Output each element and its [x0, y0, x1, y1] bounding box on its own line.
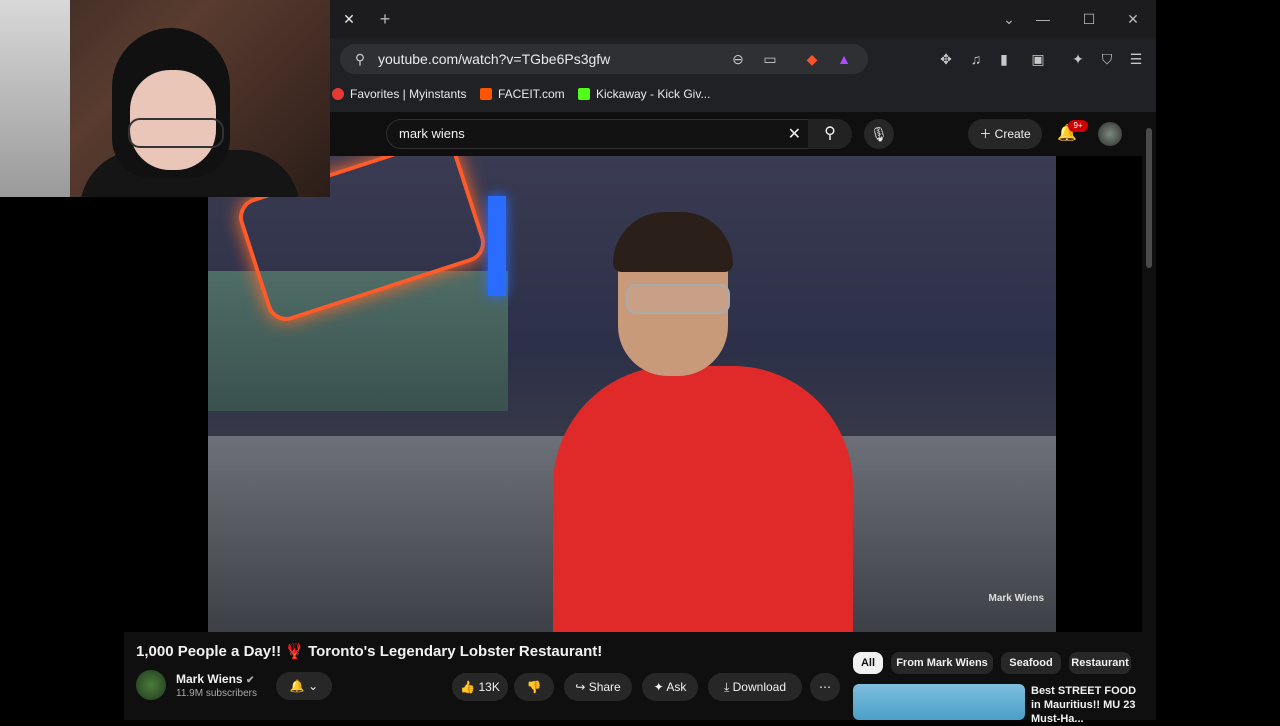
- microphone-icon: 🎙: [870, 126, 888, 142]
- close-window-button[interactable]: ✕: [1120, 8, 1146, 30]
- address-bar[interactable]: ⚲ youtube.com/watch?v=TGbe6Ps3gfw ⊖ ▭ ◆ …: [340, 44, 868, 74]
- new-tab-button[interactable]: +: [374, 8, 396, 30]
- channel-name[interactable]: Mark Wiens: [176, 672, 243, 686]
- share-label: Share: [588, 680, 621, 694]
- download-button[interactable]: ⤓ Download: [708, 673, 802, 701]
- wallet-icon[interactable]: ▣: [1026, 44, 1050, 74]
- webcam-shelf: [0, 0, 70, 197]
- video-host-shirt: [553, 366, 853, 632]
- webcam-overlay: [0, 0, 330, 197]
- page-scrollbar[interactable]: [1142, 112, 1156, 720]
- sparkle-icon: ✦: [653, 680, 664, 694]
- download-label: Download: [732, 680, 787, 694]
- bookmark-label: Kickaway - Kick Giv...: [596, 87, 711, 101]
- media-icon[interactable]: ♫: [964, 44, 988, 74]
- webcam-person-glasses: [128, 118, 224, 148]
- youtube-header: mark wiens ✕ ⚲ 🎙 ＋ Create 🔔 9+: [330, 112, 1156, 156]
- account-avatar[interactable]: [1098, 122, 1122, 146]
- chip-from-mark-wiens[interactable]: From Mark Wiens: [891, 652, 993, 674]
- kickaway-icon: [578, 88, 590, 100]
- thumbs-down-icon: 👎: [526, 680, 542, 694]
- channel-name-row[interactable]: Mark Wiens ✔: [176, 672, 254, 686]
- dislike-button[interactable]: 👎: [514, 673, 554, 701]
- browser-window: ✕ + ⌄ — ☐ ✕ ⚲ youtube.com/watch?v=TGbe6P…: [330, 0, 1156, 112]
- share-button[interactable]: ↪ Share: [564, 673, 632, 701]
- sidebar-icon[interactable]: ▮: [992, 44, 1016, 74]
- recommended-video-thumbnail[interactable]: [853, 684, 1025, 720]
- share-icon: ↪: [575, 680, 586, 694]
- ask-label: Ask: [666, 680, 687, 694]
- bookmark-label: Favorites | Myinstants: [350, 87, 467, 101]
- close-tab-button[interactable]: ✕: [338, 8, 360, 30]
- vpn-shield-icon[interactable]: ⛉: [1095, 44, 1119, 74]
- chip-seafood[interactable]: Seafood: [1001, 652, 1061, 674]
- bookmark-kickaway[interactable]: Kickaway - Kick Giv...: [578, 84, 710, 104]
- minimize-button[interactable]: —: [1030, 8, 1056, 30]
- video-title: 1,000 People a Day!! 🦞 Toronto's Legenda…: [136, 643, 603, 660]
- myinstants-icon: [332, 88, 344, 100]
- search-box[interactable]: mark wiens ✕: [386, 119, 810, 149]
- maximize-button[interactable]: ☐: [1076, 8, 1102, 30]
- like-button[interactable]: 👍 13K: [452, 673, 508, 701]
- channel-watermark[interactable]: Mark Wiens: [989, 594, 1044, 604]
- chip-all[interactable]: All: [853, 652, 883, 674]
- like-count: 13K: [478, 680, 500, 694]
- video-host-glasses: [626, 284, 730, 314]
- download-icon: ⤓: [723, 680, 730, 694]
- search-icon: ⚲: [824, 125, 836, 142]
- menu-icon[interactable]: ☰: [1124, 44, 1148, 74]
- subscription-bell-button[interactable]: 🔔 ⌄: [276, 672, 332, 700]
- create-label: Create: [994, 127, 1031, 141]
- bookmark-faceit[interactable]: FACEIT.com: [480, 84, 565, 104]
- subscriber-count: 11.9M subscribers: [176, 688, 257, 699]
- search-input[interactable]: mark wiens: [399, 126, 465, 141]
- channel-avatar[interactable]: [136, 670, 166, 700]
- voice-search-button[interactable]: 🎙: [864, 119, 894, 149]
- video-details: 1,000 People a Day!! 🦞 Toronto's Legenda…: [124, 632, 1142, 725]
- extensions-icon[interactable]: ✥: [934, 44, 958, 74]
- chip-restaurant[interactable]: Restaurant: [1069, 652, 1131, 674]
- thumbs-up-icon: 👍: [460, 680, 476, 694]
- cast-icon[interactable]: ▭: [758, 44, 782, 74]
- chevron-down-icon: ⌄: [308, 679, 319, 693]
- video-player[interactable]: Mark Wiens: [208, 156, 1056, 632]
- ask-button[interactable]: ✦ Ask: [642, 673, 698, 701]
- bookmarks-bar: Favorites | Myinstants FACEIT.com Kickaw…: [330, 80, 1156, 106]
- leo-ai-icon[interactable]: ✦: [1066, 44, 1090, 74]
- bookmark-myinstants[interactable]: Favorites | Myinstants: [332, 84, 466, 104]
- video-blue-neon: [488, 196, 506, 296]
- tab-search-icon[interactable]: ⌄: [996, 8, 1022, 30]
- tab-strip: ✕ + ⌄ — ☐ ✕: [330, 0, 1156, 38]
- scrollbar-thumb[interactable]: [1146, 128, 1152, 268]
- brave-shields-icon[interactable]: ◆: [800, 44, 824, 74]
- zoom-icon[interactable]: ⊖: [726, 44, 750, 74]
- brave-rewards-icon[interactable]: ▲: [832, 44, 856, 74]
- create-button[interactable]: ＋ Create: [968, 119, 1042, 149]
- url-text[interactable]: youtube.com/watch?v=TGbe6Ps3gfw: [378, 51, 610, 67]
- notifications-badge: 9+: [1068, 120, 1088, 132]
- faceit-icon: [480, 88, 492, 100]
- video-host-hair: [613, 212, 733, 272]
- bookmark-label: FACEIT.com: [498, 87, 565, 101]
- verified-icon: ✔: [245, 675, 255, 686]
- bell-icon: 🔔: [289, 679, 305, 693]
- site-settings-icon[interactable]: ⚲: [348, 44, 372, 74]
- search-button[interactable]: ⚲: [808, 119, 852, 149]
- more-actions-button[interactable]: ⋯: [810, 673, 840, 701]
- clear-search-icon[interactable]: ✕: [788, 124, 801, 144]
